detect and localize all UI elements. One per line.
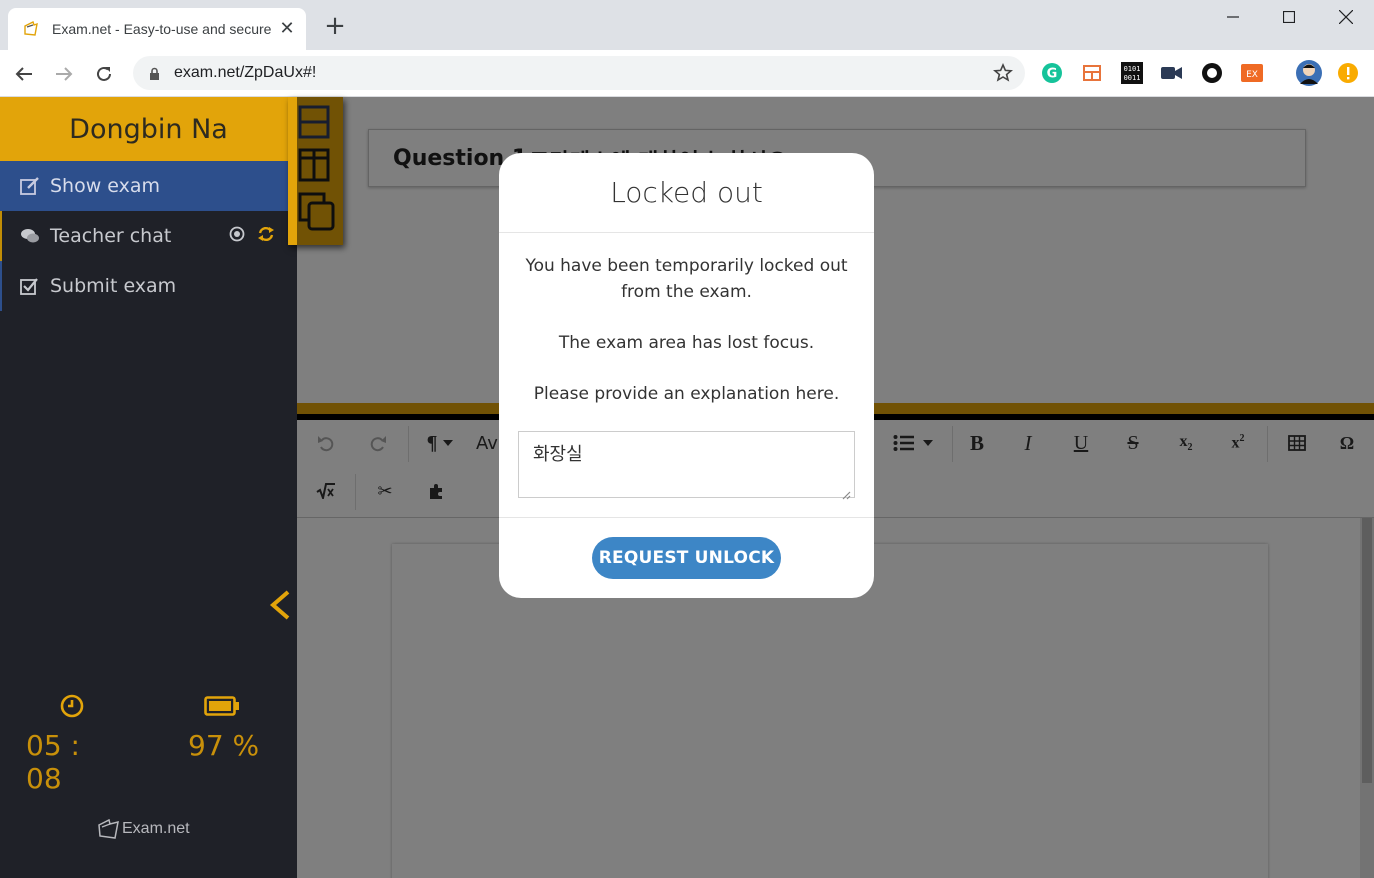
new-tab-button[interactable]: + (322, 13, 348, 40)
circle-extension-icon[interactable] (1201, 62, 1223, 84)
maximize-icon (1283, 11, 1295, 23)
focus-lost-message: The exam area has lost focus. (558, 333, 815, 353)
refresh-icon[interactable] (257, 225, 275, 247)
exam-timer: 05 : 08 (26, 729, 80, 795)
checkbox-icon (20, 277, 42, 295)
dialog-footer-divider (499, 517, 874, 518)
browser-tabbar: Exam.net - Easy-to-use and secure ✕ + (0, 0, 1374, 50)
lock-icon (149, 66, 160, 85)
dialog-title: Locked out (499, 153, 874, 233)
collapse-sidebar-button[interactable] (268, 589, 292, 625)
close-icon (1339, 10, 1353, 24)
svg-text:0011: 0011 (1124, 74, 1141, 82)
grammarly-extension-icon[interactable]: G (1041, 62, 1063, 84)
dialog-body: You have been temporarily locked out fro… (519, 253, 854, 432)
request-unlock-button[interactable]: REQUEST UNLOCK (592, 537, 781, 579)
sidebar-item-teacher-chat[interactable]: Teacher chat (0, 211, 297, 261)
battery-icon (204, 696, 240, 720)
sidebar-item-label: Submit exam (50, 275, 177, 297)
reload-button[interactable] (90, 60, 118, 88)
edit-icon (20, 177, 42, 195)
forward-button[interactable] (50, 60, 78, 88)
student-name: Dongbin Na (0, 97, 297, 161)
battery-level: 97 % (188, 729, 260, 762)
sidebar-item-submit-exam[interactable]: Submit exam (0, 261, 297, 311)
tab-title: Exam.net - Easy-to-use and secure (52, 21, 272, 37)
chat-icon (20, 227, 42, 245)
exam-net-favicon-icon (22, 20, 40, 38)
exam-net-logo: Exam.net (96, 817, 190, 841)
svg-text:G: G (1047, 67, 1058, 82)
close-window-button[interactable] (1318, 0, 1374, 34)
address-bar[interactable]: exam.net/ZpDaUx#! (133, 56, 1025, 90)
resize-grip-icon[interactable] (841, 485, 851, 504)
update-alert-icon[interactable] (1337, 62, 1359, 84)
explanation-prompt: Please provide an explanation here. (533, 384, 840, 404)
sidebar-item-show-exam[interactable]: Show exam (0, 161, 297, 211)
video-camera-extension-icon[interactable] (1161, 62, 1183, 84)
binary-extension-icon[interactable]: 0101 0011 (1121, 62, 1143, 84)
back-arrow-icon (15, 67, 32, 81)
ex-extension-icon[interactable]: EX (1241, 62, 1263, 84)
exam-net-logo-text: Exam.net (122, 820, 190, 837)
bookmark-star-icon[interactable] (992, 63, 1014, 87)
layout-extension-icon[interactable] (1081, 62, 1103, 84)
sidebar-item-label: Teacher chat (50, 225, 172, 247)
locked-message: You have been temporarily locked out fro… (525, 256, 848, 302)
minimize-icon (1227, 16, 1239, 18)
maximize-button[interactable] (1261, 0, 1317, 34)
exam-net-logo-icon (98, 818, 119, 839)
forward-arrow-icon (56, 67, 73, 81)
sidebar-item-label: Show exam (50, 175, 161, 197)
svg-text:EX: EX (1246, 70, 1258, 80)
locked-out-dialog: Locked out You have been temporarily loc… (499, 153, 874, 598)
explanation-textarea[interactable]: 화장실 (518, 431, 855, 498)
tab-close-icon[interactable]: ✕ (278, 20, 296, 38)
exam-sidebar: Dongbin Na Show exam Teacher chat Submit… (0, 97, 297, 878)
reload-icon (97, 66, 111, 81)
url-text: exam.net/ZpDaUx#! (174, 64, 317, 81)
minimize-button[interactable] (1205, 0, 1261, 34)
profile-avatar[interactable] (1296, 60, 1322, 86)
record-icon (229, 225, 245, 247)
back-button[interactable] (10, 60, 38, 88)
browser-tab[interactable]: Exam.net - Easy-to-use and secure ✕ (8, 8, 306, 50)
chevron-left-icon (269, 590, 290, 620)
clock-icon (60, 694, 84, 722)
svg-text:0101: 0101 (1124, 65, 1141, 73)
